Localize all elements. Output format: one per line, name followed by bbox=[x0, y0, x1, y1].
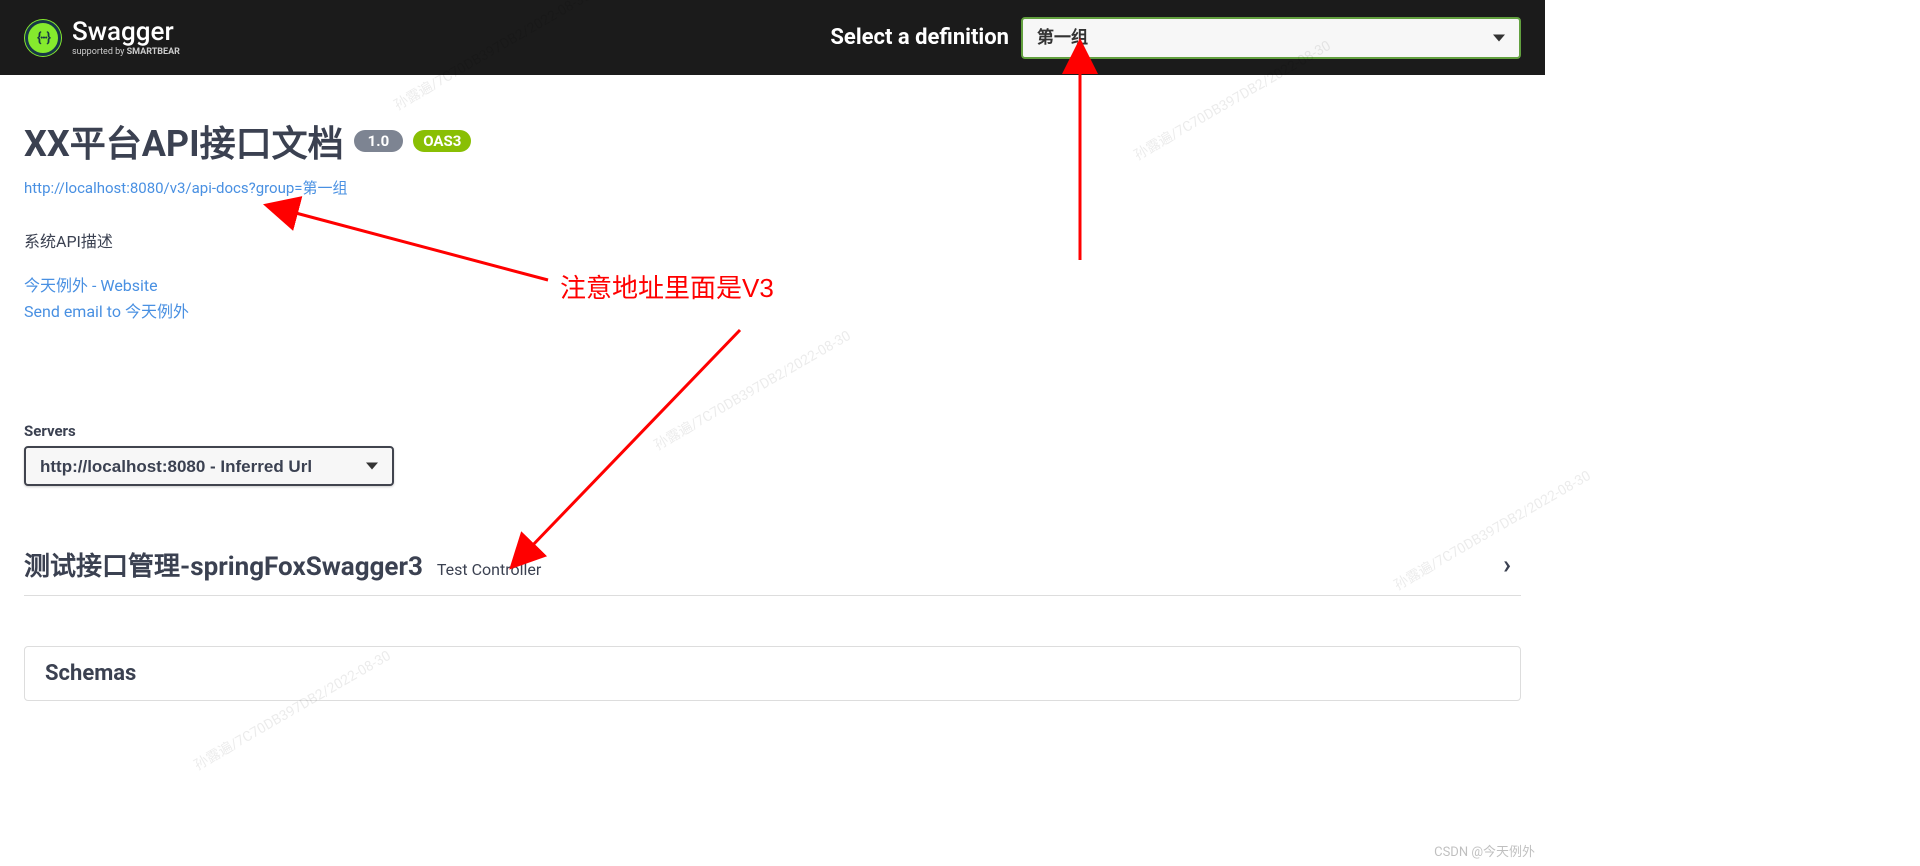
tag-name: 测试接口管理-springFoxSwagger3 bbox=[24, 546, 423, 583]
api-header: XX平台API接口文档 1.0 OAS3 bbox=[24, 115, 1521, 167]
logo-section: {···} Swagger supported by SMARTBEAR bbox=[24, 19, 180, 57]
definition-section: Select a definition 第一组 bbox=[830, 17, 1521, 59]
version-badge: 1.0 bbox=[354, 130, 404, 152]
swagger-logo-icon: {···} bbox=[24, 19, 62, 57]
logo-main-text: Swagger bbox=[72, 19, 180, 45]
schemas-section[interactable]: Schemas bbox=[24, 646, 1521, 701]
topbar: {···} Swagger supported by SMARTBEAR Sel… bbox=[0, 0, 1545, 75]
definition-select[interactable]: 第一组 bbox=[1021, 17, 1521, 59]
schemas-title: Schemas bbox=[45, 661, 136, 686]
tag-description: Test Controller bbox=[437, 560, 541, 579]
definition-label: Select a definition bbox=[830, 25, 1009, 50]
api-url-link[interactable]: http://localhost:8080/v3/api-docs?group=… bbox=[24, 177, 348, 198]
servers-section: Servers http://localhost:8080 - Inferred… bbox=[24, 422, 1521, 486]
contact-website-link[interactable]: 今天例外 - Website bbox=[24, 272, 1521, 296]
tag-section[interactable]: 测试接口管理-springFoxSwagger3 Test Controller… bbox=[24, 546, 1521, 596]
oas-badge: OAS3 bbox=[413, 130, 471, 152]
main-content: XX平台API接口文档 1.0 OAS3 http://localhost:80… bbox=[0, 75, 1545, 741]
contact-email-link[interactable]: Send email to 今天例外 bbox=[24, 298, 1521, 322]
servers-label: Servers bbox=[24, 422, 1521, 440]
scroll-container[interactable]: {···} Swagger supported by SMARTBEAR Sel… bbox=[0, 0, 1545, 866]
api-description: 系统API描述 bbox=[24, 228, 1521, 252]
api-title: XX平台API接口文档 bbox=[24, 115, 344, 167]
swagger-logo-braces: {···} bbox=[37, 30, 49, 46]
logo-sub-text: supported by SMARTBEAR bbox=[72, 47, 180, 57]
server-select[interactable]: http://localhost:8080 - Inferred Url bbox=[24, 446, 394, 486]
chevron-right-icon: › bbox=[1503, 550, 1511, 580]
